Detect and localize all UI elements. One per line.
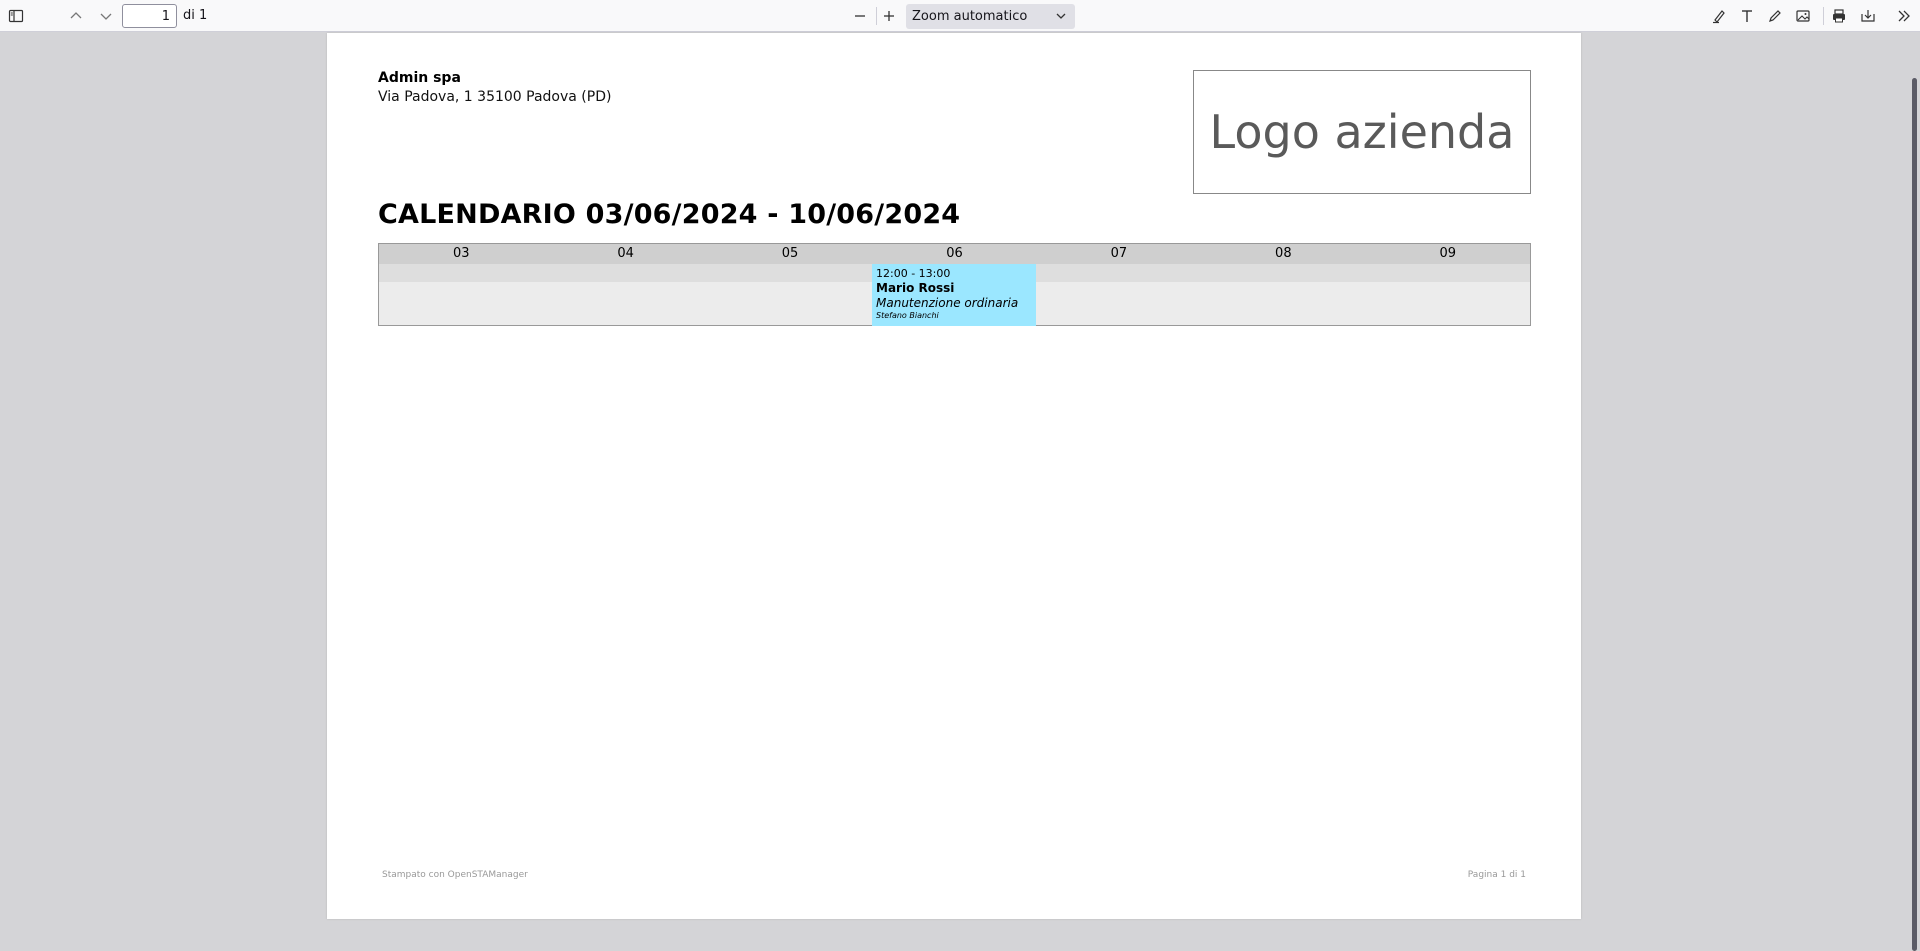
sidebar-toggle-button[interactable] xyxy=(3,4,29,28)
company-logo: Logo azienda xyxy=(1193,70,1531,194)
footer-page-number: Pagina 1 di 1 xyxy=(1467,870,1526,880)
image-icon xyxy=(1796,10,1810,22)
logo-text: Logo azienda xyxy=(1209,105,1515,159)
company-name: Admin spa xyxy=(378,70,461,86)
calendar-table: 03 04 05 06 07 08 09 12:00 - 13:00 Mario… xyxy=(378,243,1531,326)
day-header: 06 xyxy=(946,246,963,261)
highlighter-icon xyxy=(1713,10,1725,24)
minus-icon xyxy=(855,15,865,17)
chevron-down-icon xyxy=(100,13,112,20)
day-header: 08 xyxy=(1275,246,1292,261)
day-header: 05 xyxy=(781,246,799,261)
tools-menu-button[interactable] xyxy=(1891,4,1917,28)
zoom-select-value: Zoom automatico xyxy=(912,9,1028,24)
zoom-select[interactable]: Zoom automatico xyxy=(906,4,1075,29)
pdf-toolbar: di 1 Zoom automatico xyxy=(0,0,1920,32)
vertical-scrollbar[interactable] xyxy=(1908,32,1920,951)
event-time: 12:00 - 13:00 xyxy=(876,267,951,280)
previous-page-button[interactable] xyxy=(63,4,89,28)
highlight-button[interactable] xyxy=(1706,4,1732,28)
calendar-title: CALENDARIO 03/06/2024 - 10/06/2024 xyxy=(378,199,961,230)
chevron-up-icon xyxy=(70,12,82,19)
page-number-input[interactable] xyxy=(122,4,177,28)
event-type: Manutenzione ordinaria xyxy=(876,296,1019,310)
save-button[interactable] xyxy=(1855,4,1881,28)
printer-icon xyxy=(1833,9,1845,23)
day-header: 09 xyxy=(1439,246,1457,261)
pdf-page: Admin spa Via Padova, 1 35100 Padova (PD… xyxy=(327,33,1581,919)
day-header: 03 xyxy=(452,246,470,261)
calendar-event: 12:00 - 13:00 Mario Rossi Manutenzione o… xyxy=(872,264,1036,326)
draw-button[interactable] xyxy=(1762,4,1788,28)
zoom-in-button[interactable] xyxy=(876,4,902,28)
sidebar-icon xyxy=(8,9,24,23)
text-button[interactable] xyxy=(1734,4,1760,28)
next-page-button[interactable] xyxy=(93,4,119,28)
plus-icon xyxy=(884,11,894,21)
chevron-down-icon xyxy=(1056,13,1066,19)
print-button[interactable] xyxy=(1826,4,1852,28)
text-icon xyxy=(1742,10,1752,22)
day-header: 07 xyxy=(1110,246,1128,261)
event-client: Mario Rossi xyxy=(876,281,955,295)
zoom-out-button[interactable] xyxy=(847,4,873,28)
footer-printed-with: Stampato con OpenSTAManager xyxy=(382,870,528,880)
scrollbar-thumb[interactable] xyxy=(1912,78,1917,951)
double-chevron-right-icon xyxy=(1898,10,1910,22)
pencil-icon xyxy=(1769,10,1781,22)
day-header: 04 xyxy=(617,246,634,261)
calendar-header: 03 04 05 06 07 08 09 xyxy=(379,244,1530,264)
download-icon xyxy=(1861,10,1875,22)
company-address: Via Padova, 1 35100 Padova (PD) xyxy=(378,89,612,105)
event-technician: Stefano Bianchi xyxy=(876,311,939,320)
page-total-label: di 1 xyxy=(183,8,208,23)
image-button[interactable] xyxy=(1790,4,1816,28)
